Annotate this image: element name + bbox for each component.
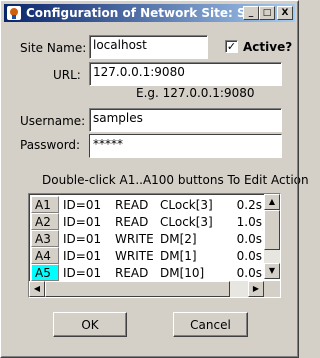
minimize-button[interactable]: _ — [243, 6, 259, 20]
scroll-right-button[interactable]: ▶ — [248, 281, 264, 297]
actions-list: A1 ID=01 READ CLock[3] 0.2s A2 ID=01 REA… — [28, 193, 281, 298]
scroll-up-button[interactable]: ▲ — [264, 194, 280, 210]
action-button-a3[interactable]: A3 — [31, 230, 59, 247]
site-name-field[interactable]: localhost — [89, 35, 208, 59]
action-op: READ — [115, 265, 149, 280]
scroll-down-button[interactable]: ▼ — [264, 263, 280, 279]
close-button[interactable]: X — [277, 6, 293, 20]
action-button-a1[interactable]: A1 — [31, 196, 59, 213]
action-button-a4[interactable]: A4 — [31, 247, 59, 264]
vertical-scrollbar[interactable]: ▲ ▼ — [264, 194, 280, 279]
site-name-label: Site Name: — [20, 41, 87, 55]
action-id: ID=01 — [63, 231, 102, 246]
action-op: READ — [115, 214, 149, 229]
horizontal-scrollbar[interactable]: ◀ ▶ — [29, 281, 264, 297]
password-field[interactable]: ***** — [89, 134, 282, 158]
active-label: Active? — [243, 40, 293, 54]
url-field[interactable]: 127.0.0.1:9080 — [89, 62, 282, 86]
action-button-a2[interactable]: A2 — [31, 213, 59, 230]
action-address: DM[1] — [160, 248, 197, 263]
username-field[interactable]: samples — [89, 108, 282, 132]
cancel-button[interactable]: Cancel — [173, 312, 248, 337]
action-op: WRITE — [115, 231, 154, 246]
action-row-a3: A3 ID=01 WRITE DM[2] 0.0s — [31, 230, 264, 247]
action-address: DM[2] — [160, 231, 197, 246]
maximize-button[interactable]: □ — [259, 6, 275, 20]
action-time: 1.0s — [236, 214, 262, 229]
action-id: ID=01 — [63, 214, 102, 229]
dialog-window: Configuration of Network Site: S1 _ □ X … — [0, 0, 309, 358]
scroll-corner — [264, 281, 280, 297]
action-row-a5: A5 ID=01 READ DM[10] 0.0s — [31, 264, 264, 281]
ok-button[interactable]: OK — [53, 312, 127, 337]
action-row-a2: A2 ID=01 READ CLock[3] 1.0s — [31, 213, 264, 230]
action-time: 0.0s — [236, 265, 262, 280]
action-time: 0.0s — [236, 248, 262, 263]
vertical-scroll-thumb[interactable] — [264, 210, 280, 250]
action-time: 0.0s — [236, 231, 262, 246]
horizontal-scroll-thumb[interactable] — [45, 281, 230, 297]
java-app-icon — [7, 6, 21, 20]
action-row-a1: A1 ID=01 READ CLock[3] 0.2s — [31, 196, 264, 213]
action-id: ID=01 — [63, 197, 102, 212]
action-op: WRITE — [115, 248, 154, 263]
title-bar[interactable]: Configuration of Network Site: S1 _ □ X — [4, 4, 295, 22]
action-address: CLock[3] — [160, 214, 213, 229]
url-label: URL: — [53, 68, 81, 82]
action-button-a5[interactable]: A5 — [31, 264, 59, 281]
action-address: CLock[3] — [160, 197, 213, 212]
url-hint: E.g. 127.0.0.1:9080 — [136, 86, 255, 100]
action-address: DM[10] — [160, 265, 205, 280]
action-id: ID=01 — [63, 248, 102, 263]
password-label: Password: — [20, 138, 81, 152]
window-controls: _ □ X — [243, 6, 293, 20]
username-label: Username: — [20, 114, 86, 128]
actions-instruction: Double-click A1..A100 buttons To Edit Ac… — [42, 173, 309, 187]
action-row-a4: A4 ID=01 WRITE DM[1] 0.0s — [31, 247, 264, 264]
action-id: ID=01 — [63, 265, 102, 280]
scroll-left-button[interactable]: ◀ — [29, 281, 45, 297]
action-time: 0.2s — [236, 197, 262, 212]
window-title: Configuration of Network Site: S1 — [26, 6, 255, 20]
active-checkbox[interactable]: ✓ — [225, 40, 238, 53]
action-op: READ — [115, 197, 149, 212]
